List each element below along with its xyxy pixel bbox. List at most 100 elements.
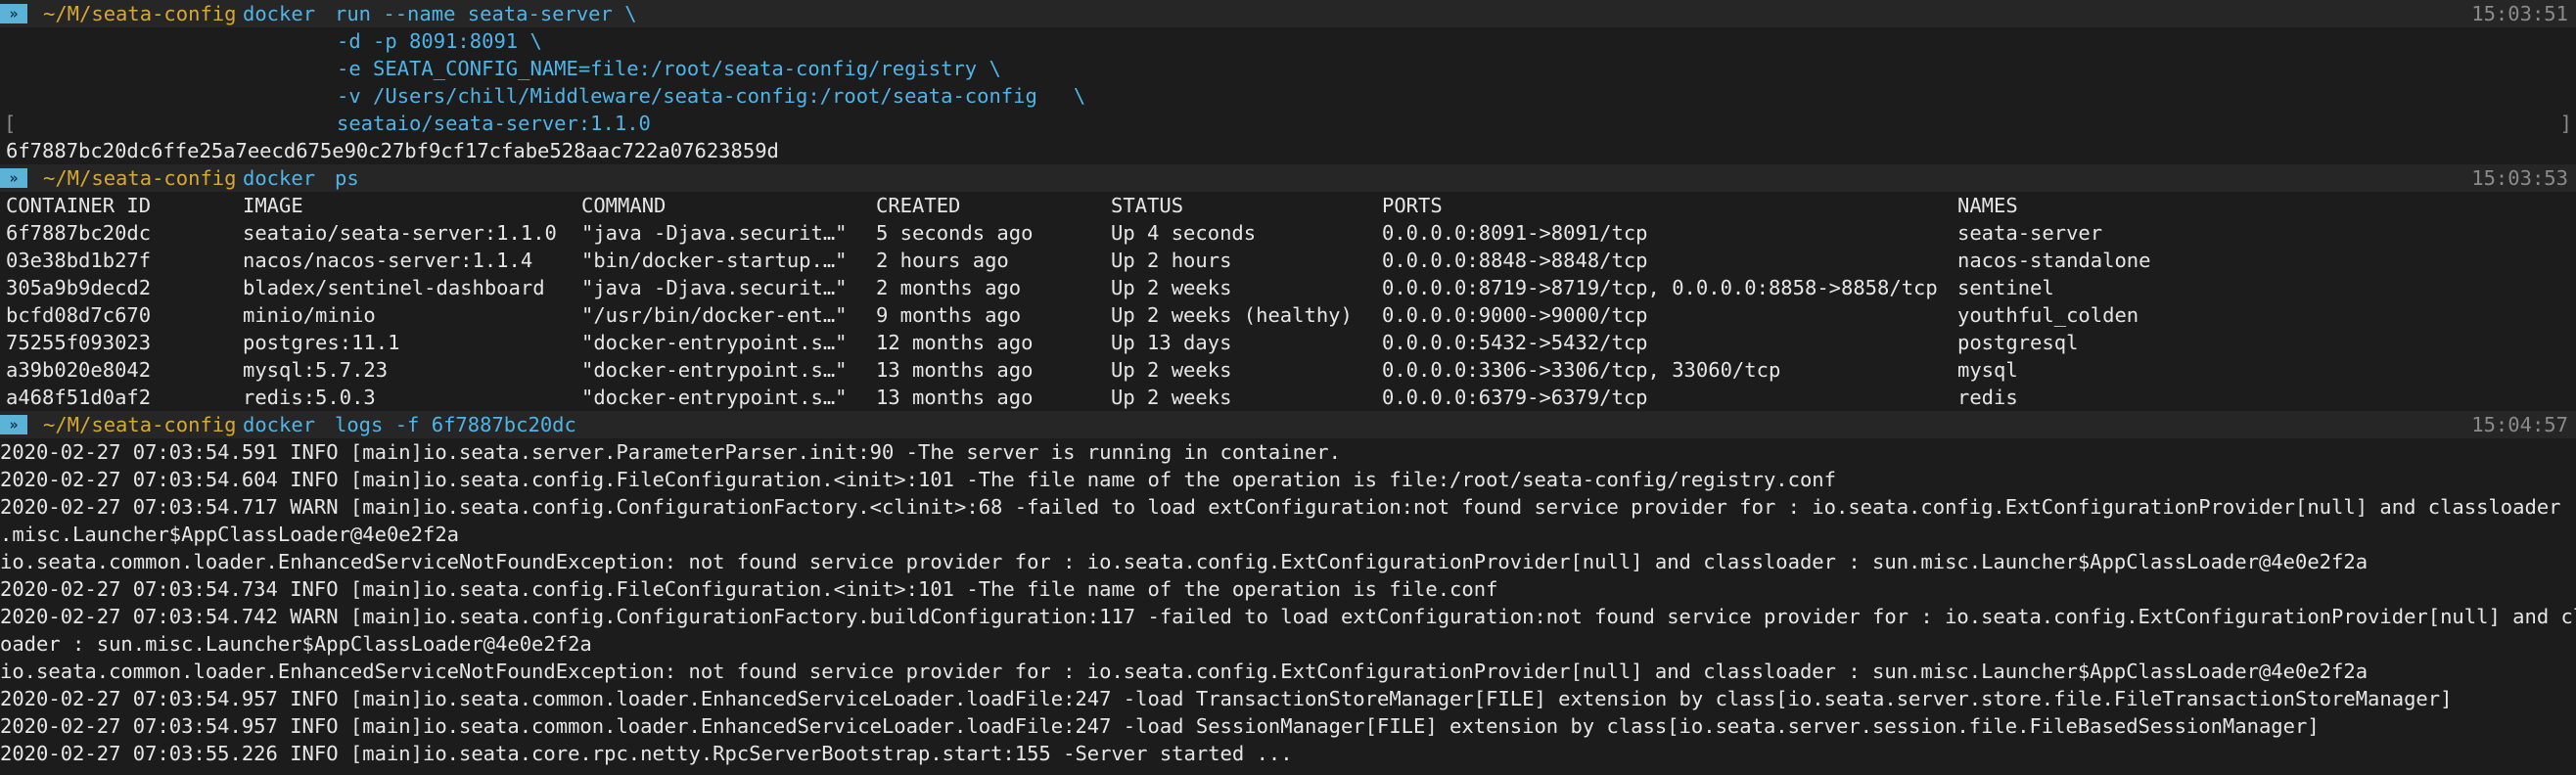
cell-container-id: a39b020e8042 [6, 358, 152, 382]
table-row: 6f7887bc20dc seataio/seata-server:1.1.0 … [0, 219, 2576, 247]
log-line: 2020-02-27 07:03:54.734 INFO [main]io.se… [0, 577, 1498, 601]
run-arg-line: -d -p 8091:8091 \ [0, 27, 2576, 55]
ps-table-header: CONTAINER ID IMAGE COMMAND CREATED STATU… [0, 192, 2576, 219]
log-line: 2020-02-27 07:03:54.742 WARN [main]io.se… [0, 605, 2576, 628]
cell-container-id: a468f51d0af2 [6, 386, 152, 409]
cell-container-id: 75255f093023 [6, 331, 152, 354]
table-row: a468f51d0af2 redis:5.0.3 "docker-entrypo… [0, 384, 2576, 411]
table-row: 75255f093023 postgres:11.1 "docker-entry… [0, 329, 2576, 356]
log-line: 2020-02-27 07:03:54.957 INFO [main]io.se… [0, 714, 2320, 738]
cell-names: redis [1957, 386, 2018, 409]
prompt-path: ~/M/seata-config [43, 2, 237, 25]
cell-image: bladex/sentinel-dashboard [243, 276, 545, 299]
prompt-line-logs: » ~/M/seata-config docker logs -f 6f7887… [0, 411, 2576, 438]
cell-names: nacos-standalone [1957, 249, 2151, 272]
run-arg-line: -e SEATA_CONFIG_NAME=file:/root/seata-co… [0, 55, 2576, 82]
cell-created: 9 months ago [876, 303, 1022, 327]
cell-status: Up 4 seconds [1111, 221, 1257, 245]
terminal-prompt-icon: » [0, 168, 27, 188]
col-header: STATUS [1111, 194, 1184, 217]
cell-image: minio/minio [243, 303, 376, 327]
prompt-command: docker [243, 2, 316, 25]
cell-command: "java -Djava.securit…" [581, 221, 848, 245]
cell-container-id: 6f7887bc20dc [6, 221, 152, 245]
col-header: NAMES [1957, 194, 2018, 217]
run-arg: -v /Users/chill/Middleware/seata-config:… [337, 84, 1086, 108]
prompt-timestamp: 15:03:51 [2471, 2, 2568, 25]
prompt-path: ~/M/seata-config [43, 166, 237, 190]
col-header: IMAGE [243, 194, 303, 217]
log-line: oader : sun.misc.Launcher$AppClassLoader… [0, 632, 592, 656]
cell-status: Up 2 weeks [1111, 276, 1232, 299]
cell-status: Up 2 weeks [1111, 386, 1232, 409]
col-header: CONTAINER ID [6, 194, 152, 217]
cell-created: 13 months ago [876, 386, 1034, 409]
prompt-args: logs -f 6f7887bc20dc [335, 413, 576, 436]
cell-ports: 0.0.0.0:6379->6379/tcp [1382, 386, 1648, 409]
table-row: a39b020e8042 mysql:5.7.23 "docker-entryp… [0, 356, 2576, 384]
run-arg-line: [ seataio/seata-server:1.1.0 ] [0, 110, 2576, 137]
cell-command: "bin/docker-startup.…" [581, 249, 848, 272]
container-hash-output: 6f7887bc20dc6ffe25a7eecd675e90c27bf9cf17… [0, 137, 2576, 164]
log-line: 2020-02-27 07:03:55.226 INFO [main]io.se… [0, 742, 1293, 765]
cell-ports: 0.0.0.0:3306->3306/tcp, 33060/tcp [1382, 358, 1781, 382]
cell-ports: 0.0.0.0:5432->5432/tcp [1382, 331, 1648, 354]
prompt-args: run --name seata-server \ [335, 2, 637, 25]
cell-created: 2 hours ago [876, 249, 1009, 272]
prompt-line-run: » ~/M/seata-config docker run --name sea… [0, 0, 2576, 27]
prompt-line-ps: » ~/M/seata-config docker ps 15:03:53 [0, 164, 2576, 192]
cell-status: Up 13 days [1111, 331, 1232, 354]
cell-command: "docker-entrypoint.s…" [581, 386, 848, 409]
cell-created: 12 months ago [876, 331, 1034, 354]
cell-ports: 0.0.0.0:8848->8848/tcp [1382, 249, 1648, 272]
cell-command: "docker-entrypoint.s…" [581, 358, 848, 382]
log-line: .misc.Launcher$AppClassLoader@4e0e2f2a [0, 523, 459, 546]
cell-names: seata-server [1957, 221, 2103, 245]
log-line: 2020-02-27 07:03:54.717 WARN [main]io.se… [0, 495, 2576, 519]
container-hash: 6f7887bc20dc6ffe25a7eecd675e90c27bf9cf17… [6, 139, 779, 162]
log-line: io.seata.common.loader.EnhancedServiceNo… [0, 550, 2369, 573]
run-arg: -d -p 8091:8091 \ [337, 29, 542, 53]
cell-container-id: 305a9b9decd2 [6, 276, 152, 299]
cell-ports: 0.0.0.0:8091->8091/tcp [1382, 221, 1648, 245]
cell-ports: 0.0.0.0:9000->9000/tcp [1382, 303, 1648, 327]
cell-image: redis:5.0.3 [243, 386, 376, 409]
cell-command: "docker-entrypoint.s…" [581, 331, 848, 354]
cell-command: "/usr/bin/docker-ent…" [581, 303, 848, 327]
cell-status: Up 2 weeks [1111, 358, 1232, 382]
cell-created: 13 months ago [876, 358, 1034, 382]
table-row: 305a9b9decd2 bladex/sentinel-dashboard "… [0, 274, 2576, 301]
log-line: 2020-02-27 07:03:54.604 INFO [main]io.se… [0, 468, 1836, 491]
terminal-window[interactable]: » ~/M/seata-config docker run --name sea… [0, 0, 2576, 775]
cell-container-id: bcfd08d7c670 [6, 303, 152, 327]
col-header: CREATED [876, 194, 961, 217]
run-arg-line: -v /Users/chill/Middleware/seata-config:… [0, 82, 2576, 110]
cell-image: nacos/nacos-server:1.1.4 [243, 249, 533, 272]
cell-names: sentinel [1957, 276, 2054, 299]
cell-ports: 0.0.0.0:8719->8719/tcp, 0.0.0.0:8858->88… [1382, 276, 1938, 299]
prompt-path: ~/M/seata-config [43, 413, 237, 436]
run-arg: -e SEATA_CONFIG_NAME=file:/root/seata-co… [337, 57, 1001, 80]
cell-names: postgresql [1957, 331, 2079, 354]
bracket-right: ] [2559, 112, 2572, 135]
cell-created: 5 seconds ago [876, 221, 1034, 245]
prompt-bar [0, 164, 2576, 192]
prompt-args: ps [335, 166, 359, 190]
cell-names: youthful_colden [1957, 303, 2139, 327]
cell-image: seataio/seata-server:1.1.0 [243, 221, 557, 245]
cell-status: Up 2 weeks (healthy) [1111, 303, 1353, 327]
prompt-timestamp: 15:04:57 [2471, 413, 2568, 436]
cell-command: "java -Djava.securit…" [581, 276, 848, 299]
cell-image: mysql:5.7.23 [243, 358, 389, 382]
bracket-left: [ [4, 112, 17, 135]
cell-created: 2 months ago [876, 276, 1022, 299]
terminal-prompt-icon: » [0, 415, 27, 434]
prompt-command: docker [243, 166, 316, 190]
log-line: io.seata.common.loader.EnhancedServiceNo… [0, 660, 2369, 683]
log-line: 2020-02-27 07:03:54.957 INFO [main]io.se… [0, 687, 2453, 710]
log-line: 2020-02-27 07:03:54.591 INFO [main]io.se… [0, 440, 1341, 464]
table-row: bcfd08d7c670 minio/minio "/usr/bin/docke… [0, 301, 2576, 329]
cell-container-id: 03e38bd1b27f [6, 249, 152, 272]
col-header: PORTS [1382, 194, 1443, 217]
prompt-command: docker [243, 413, 316, 436]
